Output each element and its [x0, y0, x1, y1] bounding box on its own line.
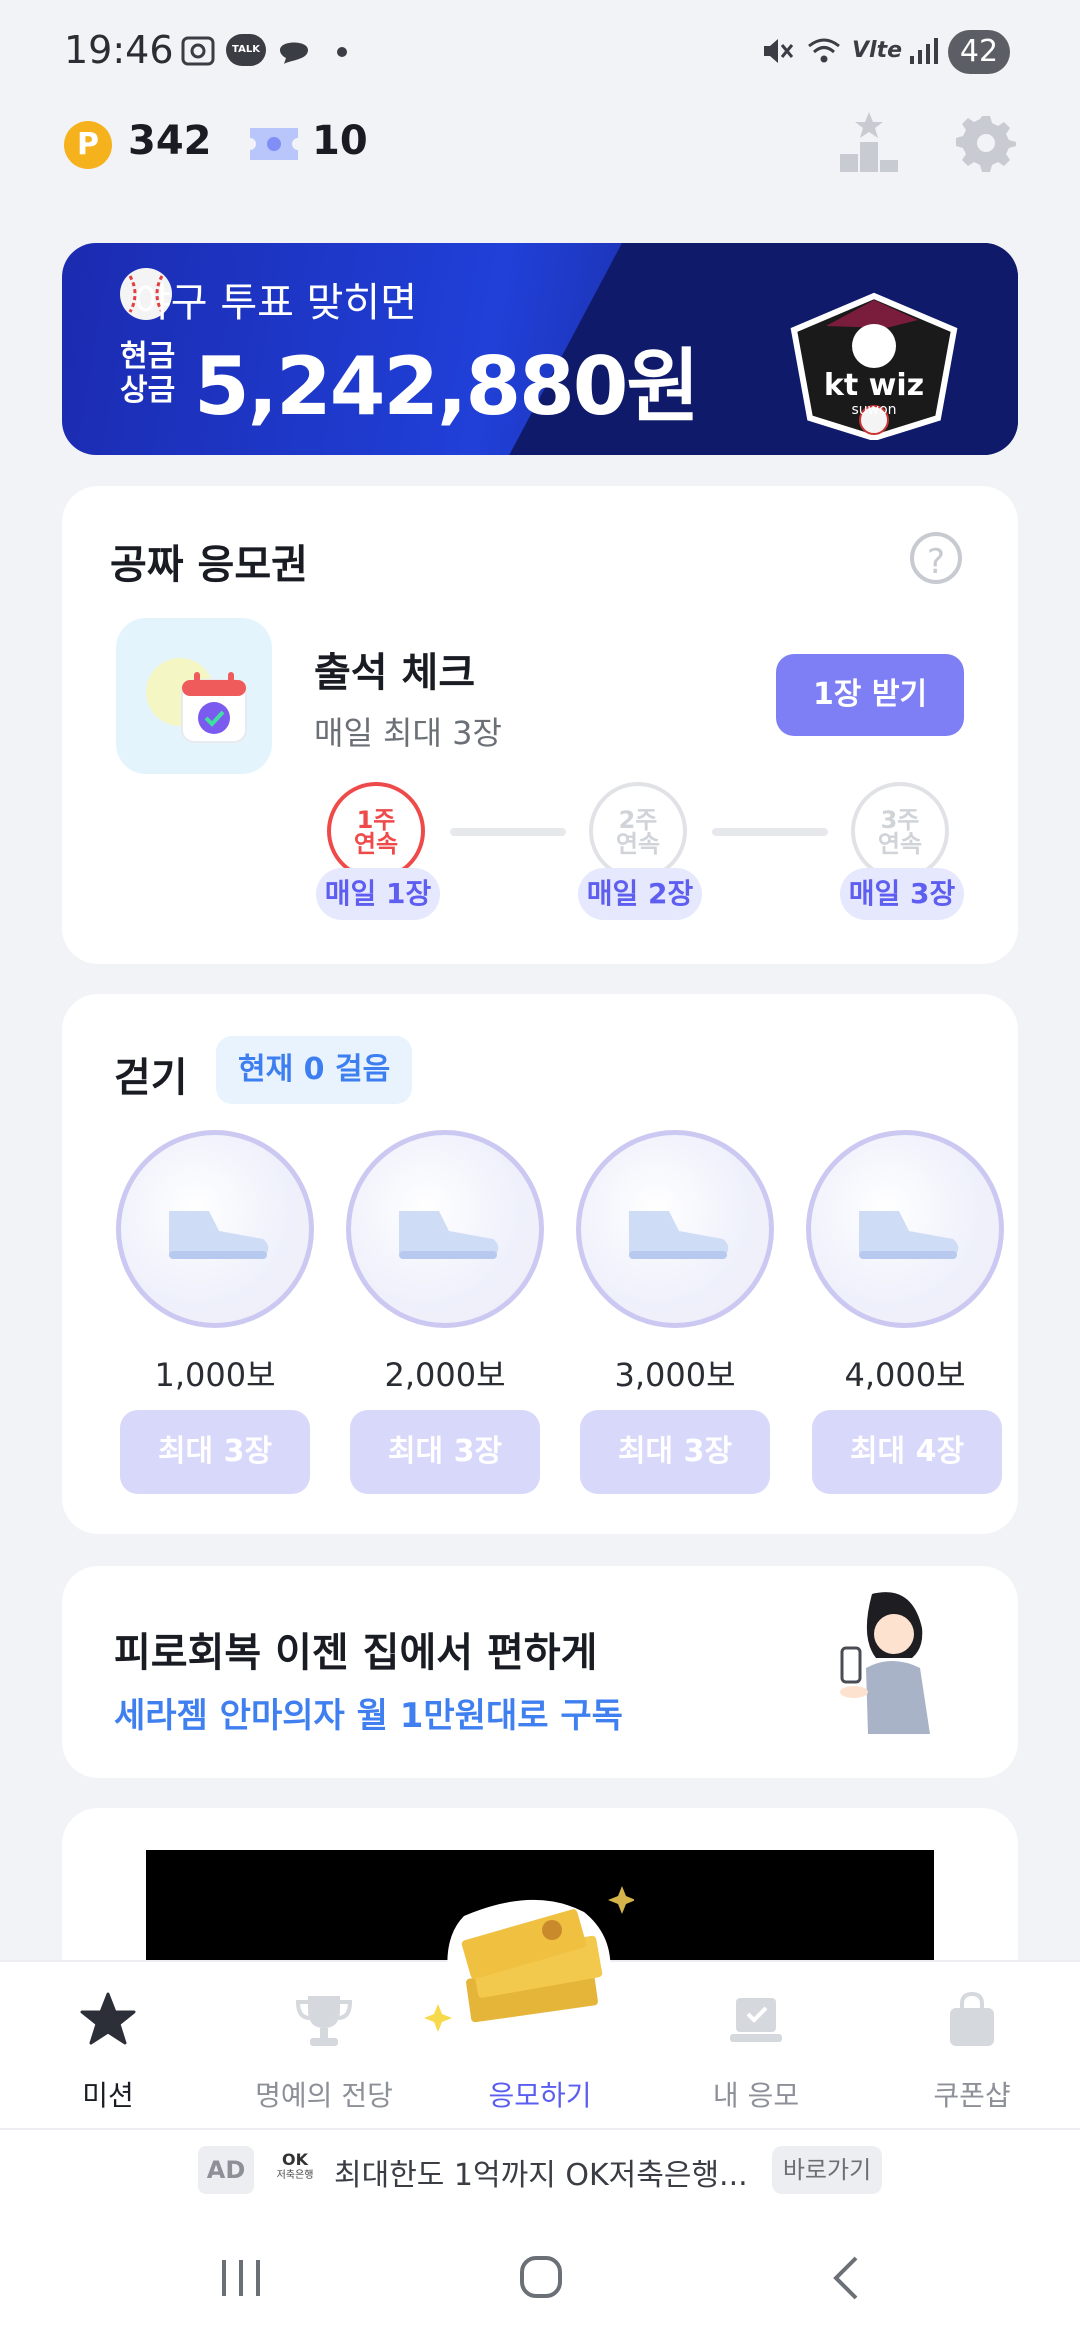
walk-goal-circle-2000[interactable] [346, 1130, 544, 1328]
banner-headline: 야구 투표 맞히면 [134, 280, 418, 326]
money-stack-icon [424, 1886, 634, 2036]
walk-goal-steps: 4,000보 [844, 1356, 966, 1394]
streak-stamp-week1: 1주 연속 [327, 782, 425, 880]
ad-strip-text: 최대한도 1억까지 OK저축은행... [334, 2158, 748, 2193]
recent-apps-icon[interactable] [218, 2256, 264, 2300]
streak-stamp-week3: 3주 연속 [851, 782, 949, 880]
help-icon[interactable]: ? [910, 532, 962, 584]
sneaker-icon [169, 1211, 269, 1259]
nav-label: 명예의 전당 [255, 2079, 393, 2112]
sneaker-icon [399, 1211, 499, 1259]
banner-prize-label-line1: 현금 [120, 339, 176, 374]
streak-label-week3: 매일 3장 [840, 868, 964, 920]
attendance-title: 출석 체크 [314, 650, 476, 696]
nav-item-hall-of-fame[interactable]: 명예의 전당 [216, 1962, 432, 2130]
nav-item-coupon-shop[interactable]: 쿠폰샵 [864, 1962, 1080, 2130]
ok-bank-logo-line1: OK [282, 2150, 308, 2169]
back-icon[interactable] [828, 2254, 864, 2302]
chat-icon [280, 42, 308, 64]
streak-stamp-line1: 3주 [880, 806, 920, 834]
walk-goal-circle-3000[interactable] [576, 1130, 774, 1328]
nav-label: 응모하기 [488, 2079, 592, 2112]
streak-label-week2: 매일 2장 [578, 868, 702, 920]
walk-goal-circle-1000[interactable] [116, 1130, 314, 1328]
walk-goal-button[interactable]: 최대 3장 [580, 1410, 770, 1494]
streak-stamp-week2: 2주 연속 [589, 782, 687, 880]
points-coin-icon: P [64, 121, 112, 169]
ticket-icon [250, 128, 298, 160]
nav-label: 미션 [82, 2079, 134, 2112]
star-icon [80, 1992, 136, 2045]
streak-stamp-line2: 연속 [877, 830, 923, 858]
nav-item-apply[interactable]: 응모하기 [424, 1886, 648, 2130]
banner-prize-label: 현금 상금 [120, 340, 175, 408]
walk-goal-button[interactable]: 최대 3장 [120, 1410, 310, 1494]
bottom-nav: 미션 명예의 전당 응모하기 내 응모 쿠폰샵 [0, 1886, 1080, 2130]
ad-go-button[interactable]: 바로가기 [772, 2146, 882, 2194]
walking-title: 걷기 [114, 1055, 188, 1101]
status-time: 19:46 [64, 28, 174, 72]
current-steps-badge: 현재 0 걸음 [216, 1036, 413, 1104]
dot-icon [337, 47, 347, 57]
screenshot-icon [181, 36, 215, 66]
signal-icon [910, 38, 938, 64]
gear-icon[interactable] [956, 112, 1016, 172]
calendar-check-icon [146, 658, 247, 743]
laptop-check-icon [730, 1998, 782, 2042]
volte-icon: Vlte [852, 38, 903, 63]
nav-label: 내 응모 [712, 2079, 800, 2112]
walk-goal-steps: 2,000보 [384, 1356, 506, 1394]
shopping-bag-icon [950, 1991, 994, 2046]
mute-icon [764, 39, 794, 63]
nav-item-my-entries[interactable]: 내 응모 [648, 1962, 864, 2130]
ok-bank-logo-line2: 저축은행 [276, 2170, 314, 2181]
get-ticket-button[interactable]: 1장 받기 [776, 654, 964, 736]
home-icon[interactable] [518, 2254, 564, 2300]
nav-label: 쿠폰샵 [933, 2079, 1011, 2112]
kt-wiz-logo-text: kt wiz [823, 368, 925, 403]
nav-item-mission[interactable]: 미션 [0, 1962, 216, 2130]
sneaker-icon [629, 1211, 729, 1259]
attendance-icon-box [116, 618, 272, 774]
streak-label-week1: 매일 1장 [316, 868, 440, 920]
walk-goal-button[interactable]: 최대 4장 [812, 1410, 1002, 1494]
banner-prize-amount: 5,242,880원 [194, 340, 700, 433]
streak-stamp-line1: 1주 [356, 806, 396, 834]
streak-stamp-line2: 연속 [353, 830, 399, 858]
kt-wiz-logo: kt wiz suwon [786, 290, 962, 440]
wifi-icon [808, 38, 840, 63]
streak-connector [712, 828, 828, 836]
woman-with-phone-illustration [840, 1592, 930, 1734]
ad-card-title: 피로회복 이젠 집에서 편하게 [114, 1630, 598, 1676]
attendance-subtitle: 매일 최대 3장 [314, 714, 502, 752]
ok-bank-logo: OK 저축은행 [272, 2152, 318, 2188]
free-tickets-title: 공짜 응모권 [110, 542, 308, 588]
system-nav-bar [0, 2220, 1080, 2340]
ranking-icon[interactable] [836, 108, 902, 174]
talk-icon: TALK [226, 34, 266, 66]
walk-goal-button[interactable]: 최대 3장 [350, 1410, 540, 1494]
ad-tag: AD [198, 2146, 254, 2194]
battery-indicator: 42 [948, 30, 1010, 74]
trophy-icon [295, 1996, 353, 2046]
banner-prize-label-line2: 상금 [120, 373, 176, 408]
streak-connector [450, 828, 566, 836]
walk-goal-circle-4000[interactable] [806, 1130, 1004, 1328]
streak-stamp-line2: 연속 [615, 830, 661, 858]
ad-card-subtitle: 세라젬 안마의자 월 1만원대로 구독 [114, 1696, 623, 1736]
streak-stamp-line1: 2주 [618, 806, 658, 834]
ticket-count[interactable]: 10 [312, 118, 368, 164]
kt-wiz-logo-sub: suwon [851, 402, 897, 418]
walk-goal-steps: 3,000보 [614, 1356, 736, 1394]
points-value[interactable]: 342 [128, 118, 212, 164]
sneaker-icon [859, 1211, 959, 1259]
walk-goal-steps: 1,000보 [154, 1356, 276, 1394]
